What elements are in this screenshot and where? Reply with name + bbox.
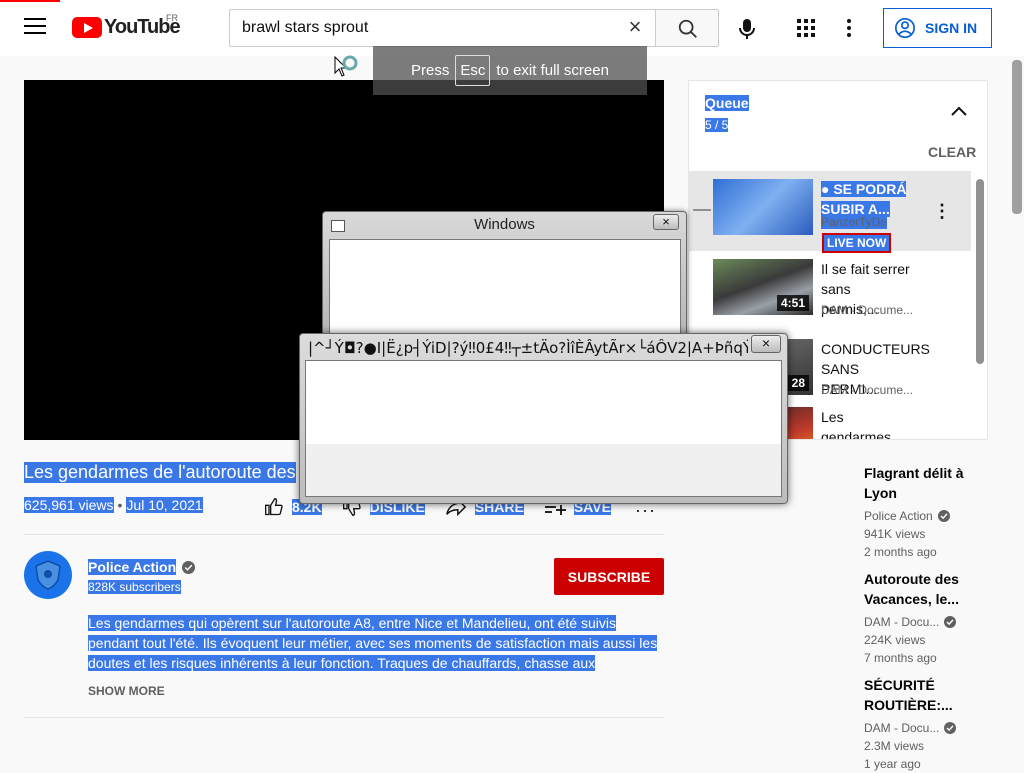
queue-clear-button[interactable]: CLEAR — [928, 144, 976, 160]
chevron-up-icon[interactable] — [951, 103, 967, 121]
close-icon[interactable]: × — [653, 214, 679, 230]
queue-item[interactable]: ● SE PODRÁ SUBIR A... PanzerTyDe LIVE NO… — [689, 171, 971, 253]
rec-views: 2.3M views — [864, 739, 925, 753]
queue-item-channel: PanzerTyDe — [821, 215, 888, 229]
video-title: Les gendarmes de l'autoroute des — [24, 462, 296, 483]
loading-bar — [0, 0, 60, 2]
view-count: 625,961 views — [24, 497, 114, 513]
sign-in-button[interactable]: SIGN IN — [883, 8, 992, 48]
queue-item-title: Les gendarmes d... — [821, 409, 892, 440]
busy-cursor-icon — [333, 55, 359, 84]
sign-in-label: SIGN IN — [925, 20, 978, 36]
verified-icon — [937, 510, 950, 522]
rec-channel-text: Police Action — [864, 509, 933, 523]
recommendation-item[interactable]: Flagrant délit à Lyon Police Action 941K… — [864, 463, 994, 561]
queue-thumbnail: 4:51 — [713, 259, 813, 315]
rec-channel: DAM - Docu... — [864, 613, 994, 631]
divider — [24, 717, 664, 718]
rec-title: Flagrant délit à Lyon — [864, 465, 964, 501]
close-icon[interactable]: × — [751, 335, 781, 353]
upload-date: Jul 10, 2021 — [126, 497, 203, 513]
rec-age: 7 months ago — [864, 651, 937, 665]
queue-item-title: ● SE PODRÁ SUBIR A... — [821, 179, 911, 219]
rec-channel-text: DAM - Docu... — [864, 721, 940, 735]
youtube-logo[interactable]: YouTube FR — [72, 13, 181, 39]
queue-item-channel: DAM - Docume... — [821, 303, 914, 317]
rec-views: 941K views — [864, 527, 926, 541]
menu-icon[interactable] — [24, 18, 46, 36]
apps-icon[interactable] — [797, 19, 815, 42]
video-description: Les gendarmes qui opèrent sur l'autorout… — [88, 613, 664, 673]
queue-thumbnail — [713, 179, 813, 235]
rec-channel: DAM - Docu... — [864, 719, 994, 737]
divider — [24, 534, 664, 535]
rec-channel-text: DAM - Docu... — [864, 615, 940, 629]
verified-icon — [182, 560, 196, 574]
rec-age: 2 months ago — [864, 545, 937, 559]
dialog-body — [329, 239, 681, 335]
drag-handle-icon[interactable] — [693, 209, 711, 211]
country-code: FR — [166, 13, 178, 23]
play-logo-icon — [72, 16, 102, 38]
fullscreen-hint: Press Esc to exit full screen — [373, 46, 647, 95]
show-more-button[interactable]: SHOW MORE — [88, 684, 165, 698]
verified-icon — [944, 722, 957, 734]
queue-item[interactable]: 4:51 Il se fait serrer sans permis,... D… — [689, 251, 971, 331]
hint-before: Press — [411, 62, 450, 79]
search-icon — [678, 19, 697, 38]
clear-search-icon[interactable]: × — [624, 16, 646, 39]
rec-title: SÉCURITÉ ROUTIÈRE:... — [864, 677, 953, 713]
queue-title: Queue — [705, 95, 749, 111]
mic-icon[interactable] — [737, 17, 757, 46]
thumb-up-icon — [265, 497, 283, 516]
live-badge: LIVE NOW — [822, 233, 892, 253]
rec-views: 224K views — [864, 633, 926, 647]
esc-key: Esc — [455, 55, 491, 86]
more-vert-icon[interactable] — [846, 18, 852, 43]
duration-badge: 28 — [787, 375, 809, 391]
dialog-title: |^┘Ý◘?●I|Ë¿p┤ÝiD|?ý‼0£4‼┬±tÄo?ÌîÈÂytÃr×└… — [308, 339, 748, 357]
channel-name-text: Police Action — [88, 559, 177, 575]
account-icon — [895, 18, 915, 38]
rec-age: 1 year ago — [864, 757, 921, 771]
search-input[interactable]: brawl stars sprout — [229, 9, 656, 47]
rec-title: Autoroute des Vacances, le... — [864, 571, 959, 607]
duration-badge: 4:51 — [776, 295, 809, 311]
rec-channel: Police Action — [864, 507, 994, 525]
views-line: 625,961 views • Jul 10, 2021 — [24, 497, 203, 513]
verified-icon — [944, 616, 957, 628]
views-separator: • — [117, 497, 123, 513]
queue-scrollbar[interactable] — [976, 179, 984, 364]
recommendation-item[interactable]: SÉCURITÉ ROUTIÈRE:... DAM - Docu... 2.3M… — [864, 675, 994, 773]
subscriber-count: 828K subscribers — [88, 580, 181, 594]
queue-count: 5 / 5 — [705, 118, 729, 132]
more-vert-icon[interactable]: ⋮ — [933, 201, 951, 222]
recommendation-item[interactable]: Autoroute des Vacances, le... DAM - Docu… — [864, 569, 994, 667]
dialog-title: Windows — [474, 216, 535, 233]
subscribe-button[interactable]: SUBSCRIBE — [554, 558, 664, 595]
windows-dialog[interactable]: Windows × — [322, 211, 687, 341]
dialog-body — [305, 360, 782, 497]
hint-after: to exit full screen — [496, 62, 609, 79]
search-input-value: brawl stars sprout — [242, 19, 369, 36]
channel-avatar[interactable] — [24, 551, 72, 599]
queue-item-channel: DAM - Docume... — [821, 383, 914, 397]
dialog-footer — [306, 444, 781, 496]
search-button[interactable] — [655, 9, 719, 47]
channel-name[interactable]: Police Action — [88, 559, 196, 575]
description-text: Les gendarmes qui opèrent sur l'autorout… — [88, 615, 658, 671]
garbled-dialog[interactable]: |^┘Ý◘?●I|Ë¿p┤ÝiD|?ý‼0£4‼┬±tÄo?ÌîÈÂytÃr×└… — [299, 333, 788, 504]
page-scrollbar[interactable] — [1012, 60, 1022, 214]
queue-item-title-text: ● SE PODRÁ SUBIR A... — [821, 181, 907, 217]
police-badge-icon — [35, 560, 61, 590]
